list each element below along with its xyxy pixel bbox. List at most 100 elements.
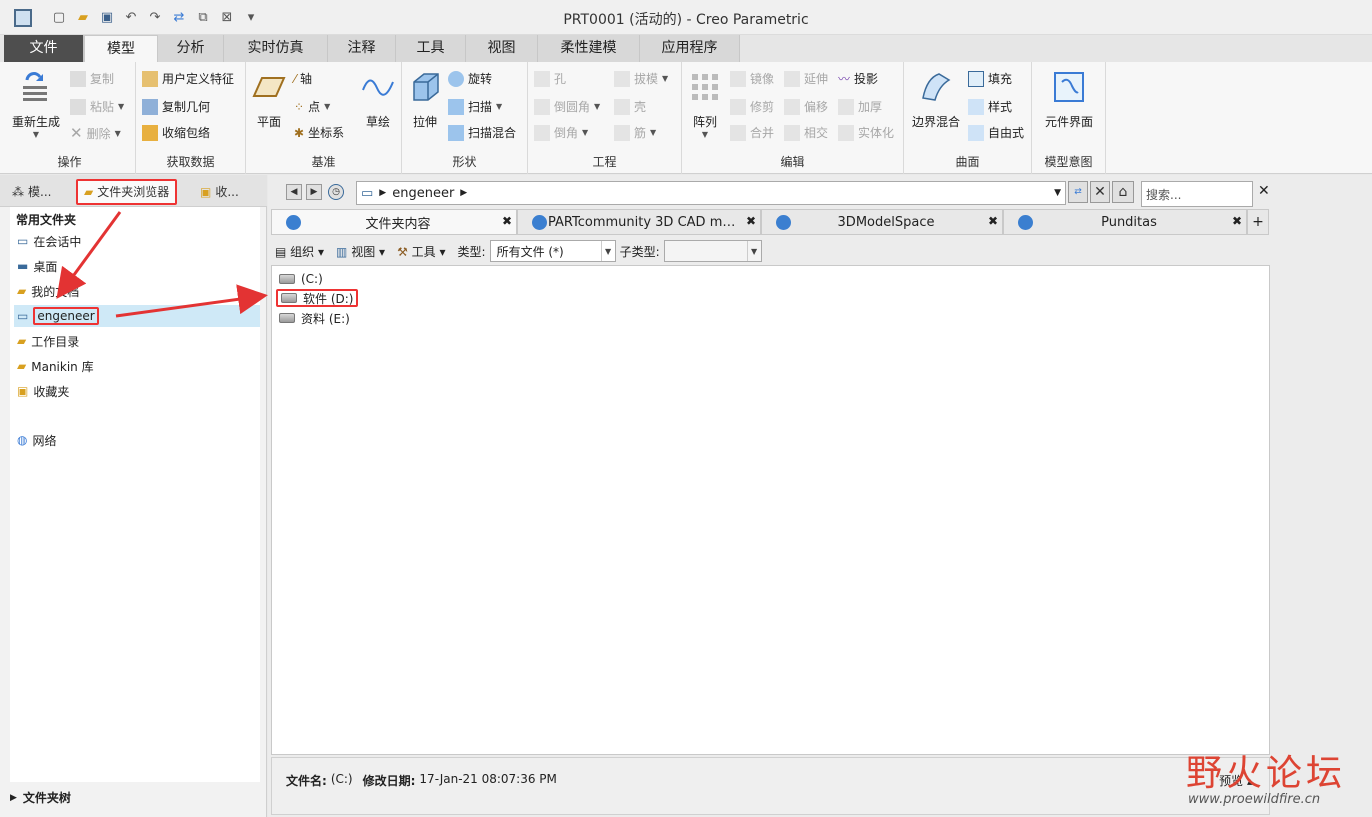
- boundary-blend-button[interactable]: 边界混合: [908, 70, 964, 130]
- hole-button[interactable]: 孔: [534, 70, 566, 87]
- shrinkwrap-button[interactable]: 收缩包络: [142, 124, 210, 141]
- folder-my-documents[interactable]: ▰ 我的文档: [14, 280, 260, 302]
- tab-model-tree[interactable]: ⁂ 模...: [12, 179, 51, 205]
- close-browser-icon[interactable]: ✕: [1258, 183, 1270, 199]
- drive-c[interactable]: (C:): [276, 270, 326, 288]
- tab-flexible-modeling[interactable]: 柔性建模: [538, 35, 640, 62]
- swept-blend-button[interactable]: 扫描混合: [448, 124, 516, 141]
- solidify-button[interactable]: 实体化: [838, 124, 894, 141]
- axis-button[interactable]: ⁄ 轴: [294, 70, 312, 87]
- folder-tree-toggle[interactable]: ▶ 文件夹树: [10, 789, 71, 806]
- address-dropdown-icon[interactable]: ▼: [1054, 188, 1061, 198]
- round-button[interactable]: 倒圆角 ▼: [534, 98, 600, 115]
- folder-working-directory[interactable]: ▰ 工作目录: [14, 330, 260, 352]
- type-select[interactable]: 所有文件 (*) ▼: [489, 240, 616, 262]
- forward-button[interactable]: ▶: [306, 184, 322, 200]
- copy-button[interactable]: 复制: [70, 70, 114, 87]
- regenerate-button[interactable]: 重新生成 ▼: [8, 70, 64, 139]
- chamfer-button[interactable]: 倒角 ▼: [534, 124, 588, 141]
- point-button[interactable]: ⁘ 点 ▼: [294, 98, 330, 115]
- browser-tab-folder-contents[interactable]: 文件夹内容 ✖: [271, 209, 517, 235]
- drive-d[interactable]: 软件 (D:): [276, 289, 359, 307]
- draft-button[interactable]: 拔模 ▼: [614, 70, 668, 87]
- swept-blend-icon: [448, 124, 464, 141]
- group-label-shapes[interactable]: 形状: [402, 153, 527, 170]
- stop-button[interactable]: ✕: [1090, 181, 1110, 203]
- address-input[interactable]: ▭ ▶ engeneer ▶ ▼: [356, 181, 1066, 205]
- mirror-button[interactable]: 镜像: [730, 70, 774, 87]
- tab-applications[interactable]: 应用程序: [640, 35, 740, 62]
- revolve-button[interactable]: 旋转: [448, 70, 492, 87]
- group-label-get-data[interactable]: 获取数据: [136, 153, 245, 170]
- tab-tools[interactable]: 工具: [396, 35, 466, 62]
- tab-simulation[interactable]: 实时仿真: [224, 35, 328, 62]
- close-tab-icon[interactable]: ✖: [988, 214, 998, 228]
- refresh-button[interactable]: ⇄: [1068, 181, 1088, 203]
- offset-icon: [784, 98, 800, 115]
- shell-button[interactable]: 壳: [614, 98, 646, 115]
- search-input[interactable]: 搜索...: [1141, 181, 1253, 207]
- thicken-button[interactable]: 加厚: [838, 98, 882, 115]
- group-label-datum[interactable]: 基准: [246, 153, 401, 170]
- csys-button[interactable]: ✱ 坐标系: [294, 124, 344, 141]
- offset-button[interactable]: 偏移: [784, 98, 828, 115]
- freestyle-button[interactable]: 自由式: [968, 124, 1024, 141]
- group-label-model-intent[interactable]: 模型意图: [1032, 153, 1105, 170]
- folder-favorites[interactable]: ▣ 收藏夹: [14, 380, 260, 402]
- project-button[interactable]: 〰投影: [838, 70, 878, 87]
- group-datum: 平面 ⁄ 轴 ⁘ 点 ▼ ✱ 坐标系 草绘 基准: [246, 62, 402, 174]
- fill-icon: [968, 70, 984, 87]
- browser-tab-3dmodelspace[interactable]: 3DModelSpace ✖: [761, 209, 1003, 235]
- drive-e[interactable]: 资料 (E:): [276, 309, 353, 327]
- extend-button[interactable]: 延伸: [784, 70, 828, 87]
- folder-engeneer[interactable]: ▭ engeneer: [14, 305, 260, 327]
- paste-button[interactable]: 粘贴 ▼: [70, 98, 124, 115]
- copy-geometry-button[interactable]: 复制几何: [142, 98, 210, 115]
- sweep-button[interactable]: 扫描 ▼: [448, 98, 502, 115]
- component-interface-button[interactable]: 元件界面: [1034, 70, 1104, 130]
- folder-desktop[interactable]: ▬ 桌面: [14, 255, 260, 277]
- organize-menu[interactable]: ▤ 组织 ▾: [275, 243, 324, 260]
- subtype-select[interactable]: ▼: [663, 240, 762, 262]
- rib-button[interactable]: 筋 ▼: [614, 124, 656, 141]
- tab-folder-browser[interactable]: ▰ 文件夹浏览器: [76, 179, 178, 205]
- browser-tab-punditas[interactable]: Punditas ✖: [1003, 209, 1247, 235]
- sketch-button[interactable]: 草绘: [358, 70, 398, 130]
- new-tab-button[interactable]: +: [1247, 209, 1269, 235]
- extrude-button[interactable]: 拉伸: [406, 70, 444, 130]
- tab-file[interactable]: 文件: [4, 35, 84, 62]
- view-menu[interactable]: ▥ 视图 ▾: [336, 243, 385, 260]
- close-tab-icon[interactable]: ✖: [1232, 214, 1242, 228]
- group-label-operations[interactable]: 操作: [4, 153, 135, 170]
- group-label-surfaces[interactable]: 曲面: [904, 153, 1031, 170]
- udf-button[interactable]: 用户定义特征: [142, 70, 234, 87]
- breadcrumb-engeneer[interactable]: engeneer: [392, 186, 454, 201]
- fill-button[interactable]: 填充: [968, 70, 1012, 87]
- home-button[interactable]: ⌂: [1112, 181, 1134, 203]
- pattern-button[interactable]: 阵列 ▼: [686, 70, 724, 139]
- folder-manikin-library[interactable]: ▰ Manikin 库: [14, 355, 260, 377]
- tools-menu[interactable]: ⚒ 工具 ▾: [397, 243, 445, 260]
- trim-button[interactable]: 修剪: [730, 98, 774, 115]
- group-label-engineering[interactable]: 工程: [528, 153, 681, 170]
- history-icon[interactable]: ◷: [328, 184, 344, 200]
- back-button[interactable]: ◀: [286, 184, 302, 200]
- merge-button[interactable]: 合并: [730, 124, 774, 141]
- tab-favorites[interactable]: ▣ 收...: [200, 179, 239, 205]
- tab-model[interactable]: 模型: [84, 35, 158, 62]
- delete-button[interactable]: ✕ 删除 ▼: [70, 124, 121, 142]
- intersect-button[interactable]: 相交: [784, 124, 828, 141]
- close-tab-icon[interactable]: ✖: [746, 214, 756, 228]
- plane-button[interactable]: 平面: [250, 70, 288, 130]
- folder-network[interactable]: ◍ 网络: [14, 429, 260, 451]
- style-button[interactable]: 样式: [968, 98, 1012, 115]
- subtype-label: 子类型:: [619, 244, 660, 259]
- folder-in-session[interactable]: ▭ 在会话中: [14, 230, 260, 252]
- tab-annotate[interactable]: 注释: [328, 35, 396, 62]
- browser-tab-partcommunity[interactable]: PARTcommunity 3D CAD man... ✖: [517, 209, 761, 235]
- thicken-icon: [838, 98, 854, 115]
- tab-analysis[interactable]: 分析: [158, 35, 224, 62]
- tab-view[interactable]: 视图: [466, 35, 538, 62]
- close-tab-icon[interactable]: ✖: [502, 214, 512, 228]
- group-label-editing[interactable]: 编辑: [682, 153, 903, 170]
